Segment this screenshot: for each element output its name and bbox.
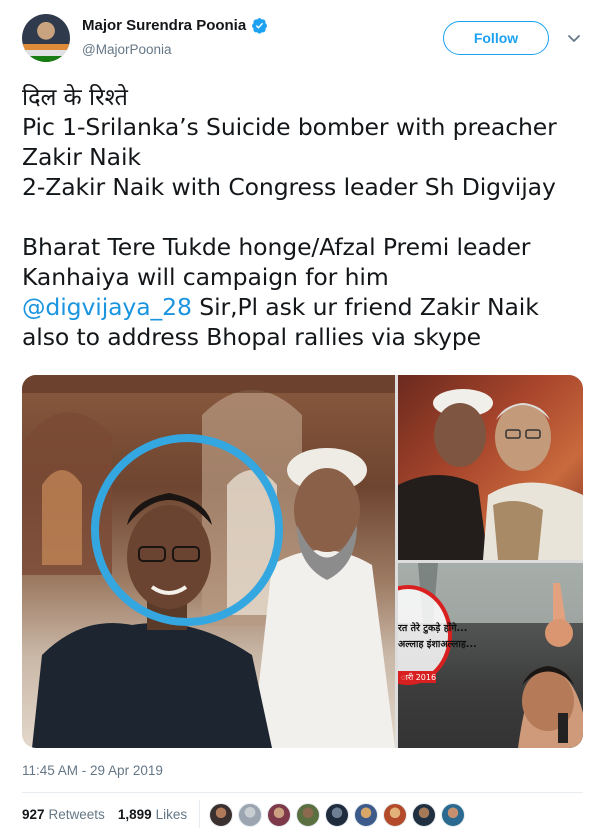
photo-bottom-right[interactable]: रत तेरे टुकड़े होंगे... अल्लाह इंशाअल्ला…: [398, 563, 583, 748]
media-grid: रत तेरे टुकड़े होंगे... अल्लाह इंशाअल्ला…: [22, 375, 583, 748]
tweet-line: Kanhaiya will campaign for him: [22, 263, 389, 291]
tweet-line: Pic 1-Srilanka’s Suicide bomber with pre…: [22, 113, 557, 141]
liker-avatar[interactable]: [383, 803, 407, 827]
liker-avatars: [209, 803, 465, 827]
author-handle[interactable]: @MajorPoonia: [82, 42, 172, 57]
tweet-header: Major Surendra Poonia @MajorPoonia Follo…: [0, 0, 604, 70]
tweet-text: दिल के रिश्ते Pic 1-Srilanka’s Suicide b…: [22, 82, 592, 352]
overlay-date: ारी 2016: [401, 672, 436, 682]
verified-badge-icon: [252, 18, 268, 34]
tweet-line: Bharat Tere Tukde honge/Afzal Premi lead…: [22, 233, 531, 261]
tweet-timestamp[interactable]: 11:45 AM - 29 Apr 2019: [22, 763, 163, 778]
liker-avatar[interactable]: [325, 803, 349, 827]
retweets-label[interactable]: Retweets: [49, 807, 105, 822]
liker-avatar[interactable]: [412, 803, 436, 827]
avatar-flag: [22, 44, 70, 62]
liker-avatar[interactable]: [296, 803, 320, 827]
photo-bottom-right-illustration: रत तेरे टुकड़े होंगे... अल्लाह इंशाअल्ला…: [398, 563, 583, 748]
overlay-caption-line2: अल्लाह इंशाअल्लाह...: [398, 638, 477, 650]
author-avatar[interactable]: [22, 14, 70, 62]
liker-avatar[interactable]: [238, 803, 262, 827]
liker-avatar[interactable]: [441, 803, 465, 827]
engagement-stats: 927 Retweets 1,899 Likes: [22, 807, 200, 822]
author-display-name[interactable]: Major Surendra Poonia: [82, 17, 246, 34]
likes-label[interactable]: Likes: [156, 807, 188, 822]
tweet-mention-line: @digvijaya_28 Sir,Pl ask ur friend Zakir…: [22, 292, 592, 322]
overlay-caption-line1: रत तेरे टुकड़े होंगे...: [398, 622, 467, 634]
chevron-down-icon[interactable]: [566, 30, 582, 46]
tweet-line: Zakir Naik: [22, 143, 141, 171]
footer-divider: [22, 792, 583, 793]
follow-button[interactable]: Follow: [443, 21, 549, 55]
photo-top-right[interactable]: [398, 375, 583, 560]
photo-top-right-illustration: [398, 389, 583, 560]
retweets-count[interactable]: 927: [22, 807, 45, 822]
liker-avatar[interactable]: [209, 803, 233, 827]
likes-count[interactable]: 1,899: [118, 807, 152, 822]
liker-avatar[interactable]: [354, 803, 378, 827]
tweet-line: 2-Zakir Naik with Congress leader Sh Dig…: [22, 173, 556, 201]
mention-tail-text: Sir,Pl ask ur friend Zakir Naik: [191, 293, 539, 321]
stats-separator: [199, 800, 200, 828]
author-name-line: Major Surendra Poonia: [82, 17, 268, 34]
tweet-line: दिल के रिश्ते: [22, 83, 128, 111]
photo-main[interactable]: [22, 375, 395, 748]
liker-avatar[interactable]: [267, 803, 291, 827]
tweet-line: also to address Bhopal rallies via skype: [22, 323, 482, 351]
photo-main-illustration: [22, 375, 395, 748]
mention-link[interactable]: @digvijaya_28: [22, 293, 192, 321]
